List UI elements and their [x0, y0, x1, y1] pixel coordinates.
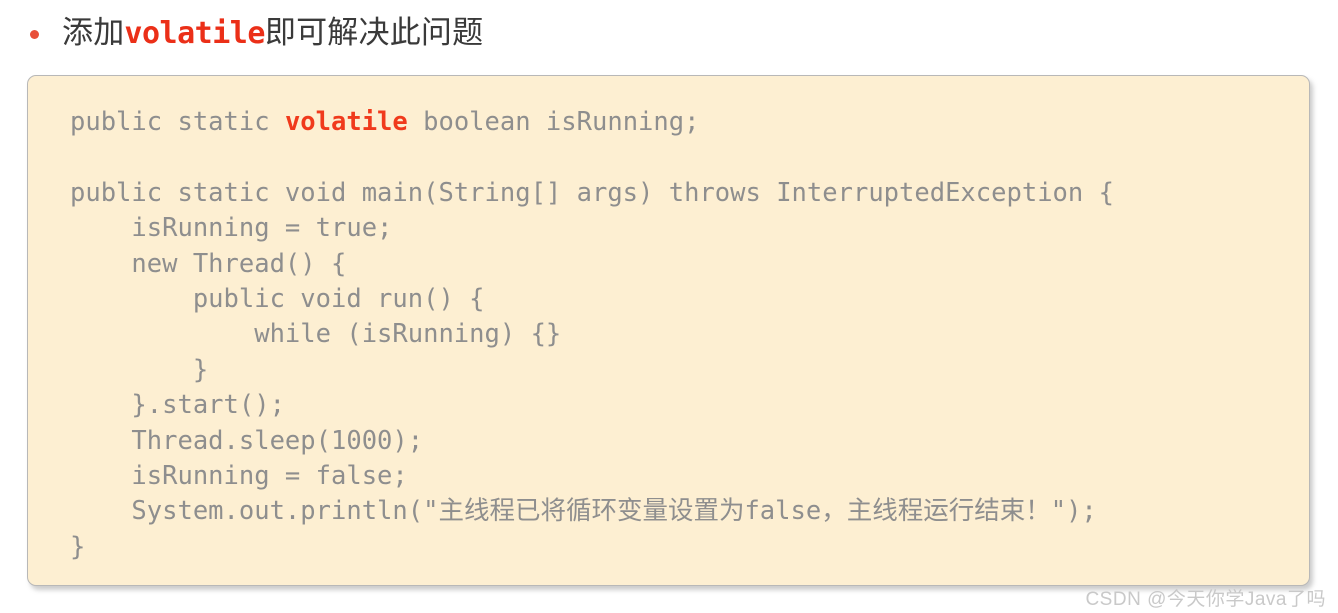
bullet-heading: 添加volatile即可解决此问题: [0, 0, 1338, 66]
csdn-watermark: CSDN @今天你学Java了吗: [1085, 589, 1326, 610]
heading-keyword-volatile: volatile: [124, 15, 265, 51]
heading-text-before: 添加: [62, 14, 125, 50]
code-segment-after-keyword: boolean isRunning; public static void ma…: [70, 107, 1114, 562]
code-segment-before-keyword: public static: [70, 107, 285, 137]
code-content: public static volatile boolean isRunning…: [70, 105, 1114, 565]
code-block: public static volatile boolean isRunning…: [27, 75, 1310, 586]
page-title: 添加volatile即可解决此问题: [62, 14, 483, 53]
code-keyword-volatile: volatile: [284, 107, 408, 137]
heading-text-after: 即可解决此问题: [264, 14, 484, 50]
bullet-dot-icon: [30, 30, 39, 39]
